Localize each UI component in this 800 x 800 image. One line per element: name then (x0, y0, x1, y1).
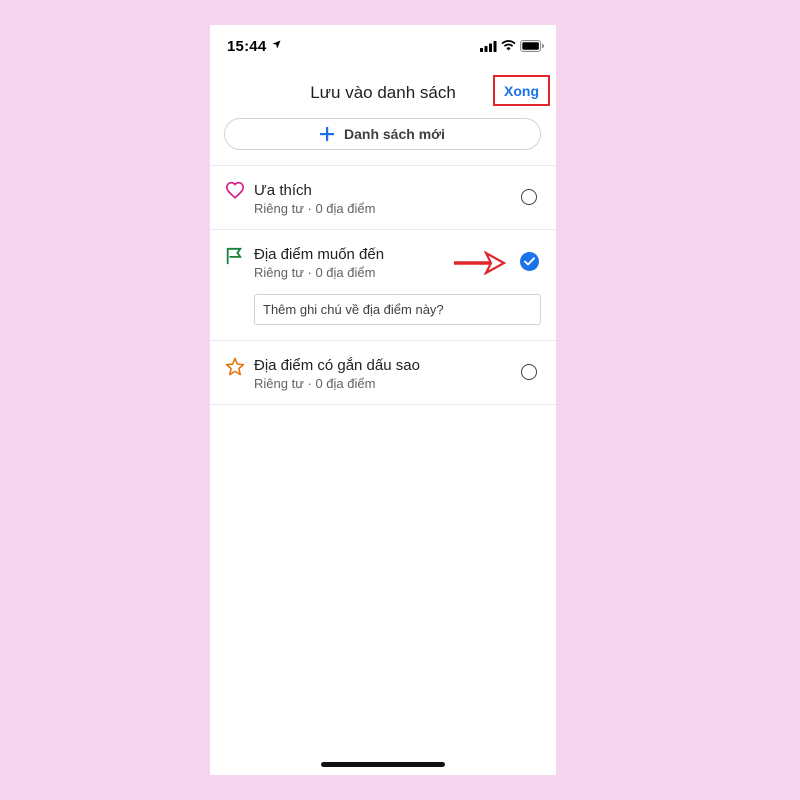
location-arrow-icon (272, 40, 281, 49)
radio-unchecked[interactable] (521, 364, 537, 380)
plus-icon (320, 127, 334, 141)
battery-icon (520, 40, 544, 52)
cellular-signal-icon (480, 41, 497, 52)
new-list-label: Danh sách mới (344, 126, 445, 142)
header-bar: Lưu vào danh sách Xong (210, 75, 556, 111)
status-time: 15:44 (227, 38, 267, 55)
list-item-title: Địa điểm muốn đến (254, 246, 385, 263)
status-bar: 15:44 (210, 25, 556, 69)
note-field[interactable] (254, 294, 541, 325)
done-button[interactable]: Xong (493, 75, 550, 106)
home-indicator (321, 762, 445, 767)
list-item-favorites[interactable]: Ưa thích Riêng tư · 0 địa điểm (210, 166, 556, 229)
list-item-meta: Riêng tư · 0 địa điểm (254, 201, 376, 216)
list-item-title: Địa điểm có gắn dấu sao (254, 357, 420, 374)
new-list-button[interactable]: Danh sách mới (224, 118, 541, 150)
wifi-icon (501, 40, 516, 51)
checkmark-icon (524, 257, 535, 266)
phone-screen: 15:44 Lưu vào danh sách Xong Danh sách m… (210, 25, 556, 775)
star-icon (225, 357, 245, 376)
list-item-starred[interactable]: Địa điểm có gắn dấu sao Riêng tư · 0 địa… (210, 341, 556, 404)
list-item-meta: Riêng tư · 0 địa điểm (254, 376, 376, 391)
red-arrow-annotation-icon (454, 251, 506, 275)
divider (210, 404, 556, 405)
flag-icon (226, 247, 243, 265)
radio-checked[interactable] (520, 252, 539, 271)
heart-icon (225, 181, 245, 199)
radio-unchecked[interactable] (521, 189, 537, 205)
list-item-meta: Riêng tư · 0 địa điểm (254, 265, 376, 280)
list-item-title: Ưa thích (254, 182, 312, 199)
